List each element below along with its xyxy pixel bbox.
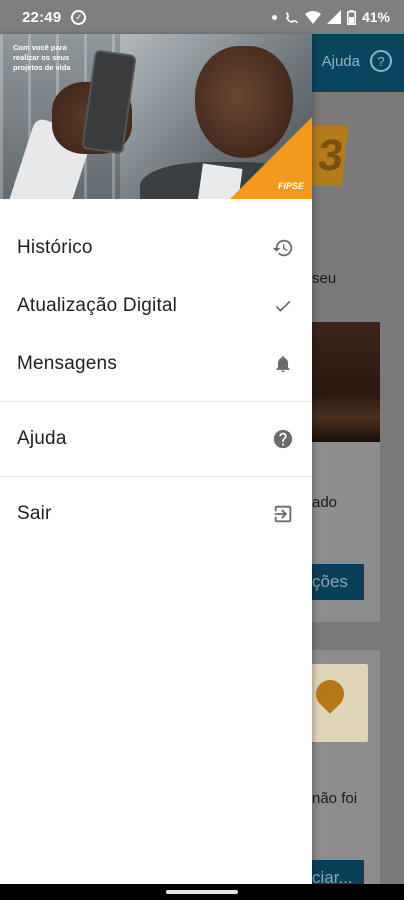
check-icon bbox=[272, 295, 294, 317]
signal-icon bbox=[326, 10, 341, 24]
navigation-drawer: Com você para realizar os seus projetos … bbox=[0, 34, 312, 884]
menu-item-label: Atualização Digital bbox=[17, 295, 178, 316]
menu-item-atualizacao-digital[interactable]: Atualização Digital bbox=[0, 277, 312, 335]
drawer-menu: Histórico Atualização Digital Mensagens … bbox=[0, 199, 312, 543]
menu-item-label: Ajuda bbox=[17, 428, 67, 449]
header-help-label: Ajuda bbox=[321, 52, 360, 70]
menu-divider bbox=[0, 401, 312, 402]
header-help-button: Ajuda ? bbox=[322, 50, 392, 72]
hero-tagline: Com você para realizar os seus projetos … bbox=[13, 43, 71, 72]
background-text-3: não foi bbox=[312, 790, 358, 807]
background-text-1: seu bbox=[312, 270, 337, 287]
menu-item-historico[interactable]: Histórico bbox=[0, 219, 312, 277]
home-gesture-handle[interactable] bbox=[166, 890, 238, 894]
status-icons: 41% bbox=[271, 9, 390, 25]
menu-divider bbox=[0, 476, 312, 477]
wifi-calling-icon bbox=[285, 12, 298, 24]
bell-icon bbox=[272, 353, 294, 375]
exit-icon bbox=[272, 503, 294, 525]
background-text-2: ado bbox=[312, 494, 338, 511]
history-icon bbox=[272, 237, 294, 259]
menu-item-mensagens[interactable]: Mensagens bbox=[0, 335, 312, 393]
battery-icon bbox=[347, 9, 356, 25]
status-bar: 22:49 ✓ 41% bbox=[0, 0, 404, 34]
battery-percent: 41% bbox=[361, 9, 390, 25]
drawer-hero-image: Com você para realizar os seus projetos … bbox=[0, 34, 312, 199]
header-help-icon: ? bbox=[370, 50, 392, 72]
hero-brand-logo: FIPSE bbox=[277, 181, 304, 191]
menu-item-label: Sair bbox=[17, 503, 52, 524]
menu-item-ajuda[interactable]: Ajuda bbox=[0, 410, 312, 468]
map-marker-icon bbox=[310, 674, 350, 714]
menu-item-sair[interactable]: Sair bbox=[0, 485, 312, 543]
wifi-icon bbox=[304, 10, 321, 24]
status-time: 22:49 bbox=[22, 8, 62, 26]
location-pin-illustration bbox=[310, 664, 368, 742]
help-circle-icon bbox=[272, 428, 294, 450]
system-navigation-bar bbox=[0, 884, 404, 900]
menu-item-label: Mensagens bbox=[17, 353, 118, 374]
background-button-1: ções bbox=[308, 564, 364, 600]
sync-status-icon: ✓ bbox=[71, 9, 87, 25]
notification-dot-icon bbox=[271, 14, 277, 20]
menu-item-label: Histórico bbox=[17, 237, 93, 258]
background-card-image bbox=[308, 322, 380, 442]
